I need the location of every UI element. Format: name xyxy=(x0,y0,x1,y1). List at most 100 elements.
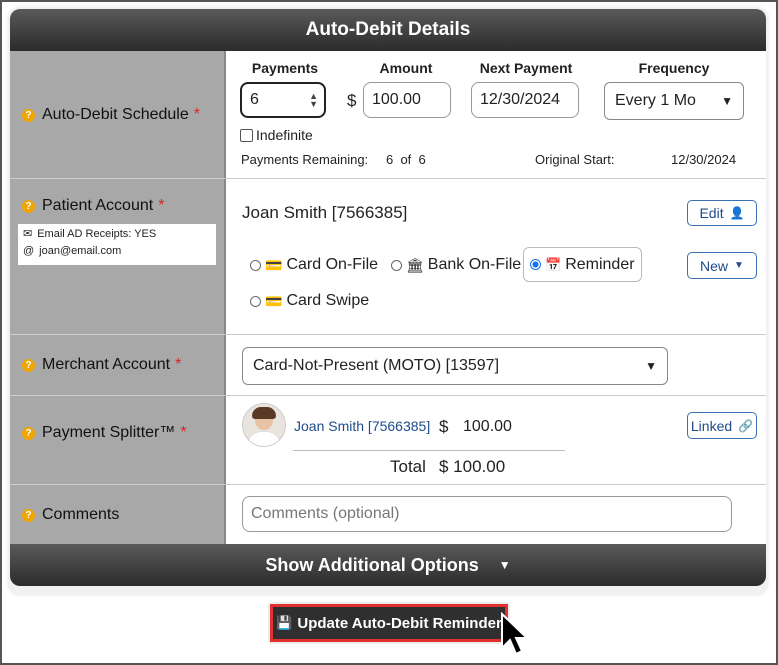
edit-label: Edit xyxy=(699,205,724,221)
update-auto-debit-reminder-button[interactable]: 💾 Update Auto-Debit Reminder xyxy=(270,604,508,642)
amount-value: 100.00 xyxy=(372,91,421,108)
help-icon[interactable]: ? xyxy=(22,508,35,522)
amount-header: Amount xyxy=(379,60,433,76)
panel-header: Auto-Debit Details xyxy=(10,9,766,51)
required-marker: * xyxy=(180,424,187,441)
schedule-content: Payments Amount Next Payment Frequency 6… xyxy=(226,51,766,178)
patient-name: Joan Smith [7566385] xyxy=(242,203,408,222)
mouse-cursor-icon xyxy=(501,612,530,656)
schedule-row: ? Auto-Debit Schedule * Payments Amount N… xyxy=(10,51,766,179)
bank-on-file-option[interactable]: 🏛 Bank On-File xyxy=(391,256,521,274)
frequency-value: Every 1 Mo xyxy=(615,92,696,109)
comments-label-cell: ? Comments xyxy=(10,485,226,544)
currency-symbol: $ xyxy=(347,91,357,110)
help-icon[interactable]: ? xyxy=(22,358,35,372)
caret-down-icon: ▼ xyxy=(734,260,744,271)
next-payment-header: Next Payment xyxy=(479,60,573,76)
frequency-header: Frequency xyxy=(638,60,710,76)
indefinite-checkbox[interactable] xyxy=(240,128,253,142)
total-label: Total xyxy=(390,457,426,476)
patient-email-box: ✉ Email AD Receipts: YES @ joan@email.co… xyxy=(18,224,216,265)
reminder-option[interactable]: 📅 Reminder xyxy=(523,247,642,282)
payments-remaining-label: Payments Remaining: xyxy=(241,152,369,167)
comments-content: Comments (optional) xyxy=(226,485,766,544)
save-icon: 💾 xyxy=(276,615,293,630)
total-value: $ 100.00 xyxy=(439,457,506,476)
card-on-file-label: Card On-File xyxy=(286,256,379,273)
comments-label: Comments xyxy=(42,506,120,523)
patient-label-cell: ? Patient Account * ✉ Email AD Receipts: … xyxy=(10,179,226,334)
merchant-value: Card-Not-Present (MOTO) [13597] xyxy=(253,357,500,374)
indefinite-option[interactable]: Indefinite xyxy=(240,127,313,143)
split-patient-link[interactable]: Joan Smith [7566385] xyxy=(294,418,430,434)
comments-placeholder: Comments (optional) xyxy=(251,505,400,522)
split-currency-symbol: $ xyxy=(439,417,449,436)
new-label: New xyxy=(700,257,729,274)
link-icon: 🔗 xyxy=(738,418,754,433)
credit-card-icon: 💳 xyxy=(265,256,283,273)
reminder-radio[interactable] xyxy=(530,259,541,270)
required-marker: * xyxy=(193,106,200,123)
required-marker: * xyxy=(175,356,182,373)
patient-content: Joan Smith [7566385] Edit 👤 New ▼ 💳 Card… xyxy=(226,179,766,334)
email-receipts-text: Email AD Receipts: YES xyxy=(37,227,157,240)
reminder-label: Reminder xyxy=(565,255,635,273)
at-icon: @ xyxy=(23,245,35,257)
update-button-label: Update Auto-Debit Reminder xyxy=(297,614,502,632)
required-marker: * xyxy=(158,197,165,214)
amount-input[interactable]: 100.00 xyxy=(363,82,451,118)
help-icon[interactable]: ? xyxy=(22,426,35,440)
user-icon: 👤 xyxy=(729,206,745,220)
linked-label: Linked xyxy=(690,417,733,434)
merchant-content: Card-Not-Present (MOTO) [13597] ▼ xyxy=(226,335,766,395)
card-swipe-label: Card Swipe xyxy=(286,292,370,309)
bank-on-file-radio[interactable] xyxy=(391,259,402,271)
split-amount: 100.00 xyxy=(463,418,512,435)
comments-row: ? Comments Comments (optional) xyxy=(10,485,766,544)
card-on-file-radio[interactable] xyxy=(250,259,261,271)
show-additional-options-label: Show Additional Options xyxy=(265,554,479,575)
avatar xyxy=(242,403,286,447)
card-on-file-option[interactable]: 💳 Card On-File xyxy=(250,256,378,274)
original-start-value: 12/30/2024 xyxy=(671,152,737,167)
next-payment-value: 12/30/2024 xyxy=(480,91,561,108)
splitter-label-cell: ? Payment Splitter™ * xyxy=(10,396,226,484)
card-swipe-option[interactable]: 💳 Card Swipe xyxy=(250,292,369,310)
credit-card-icon: 💳 xyxy=(265,292,283,309)
merchant-account-select[interactable]: Card-Not-Present (MOTO) [13597] ▼ xyxy=(242,347,668,385)
linked-button[interactable]: Linked 🔗 xyxy=(687,412,757,439)
envelope-icon: ✉ xyxy=(23,228,33,240)
caret-down-icon: ▼ xyxy=(498,558,511,572)
stepper-arrows-icon[interactable]: ▲ ▼ xyxy=(309,92,318,109)
splitter-label: Payment Splitter™ xyxy=(42,424,176,441)
schedule-label-cell: ? Auto-Debit Schedule * xyxy=(10,51,226,178)
bank-on-file-label: Bank On-File xyxy=(427,256,522,273)
patient-row: ? Patient Account * ✉ Email AD Receipts: … xyxy=(10,179,766,335)
payments-stepper[interactable]: 6 ▲ ▼ xyxy=(240,82,326,118)
frequency-select[interactable]: Every 1 Mo ▼ xyxy=(604,82,744,120)
new-payment-method-button[interactable]: New ▼ xyxy=(687,252,757,279)
comments-input[interactable]: Comments (optional) xyxy=(242,496,732,532)
chevron-down-icon: ▼ xyxy=(721,94,733,108)
split-divider xyxy=(293,450,565,451)
next-payment-input[interactable]: 12/30/2024 xyxy=(471,82,579,118)
merchant-label-cell: ? Merchant Account * xyxy=(10,335,226,395)
indefinite-label: Indefinite xyxy=(256,127,313,143)
help-icon[interactable]: ? xyxy=(22,199,35,213)
help-icon[interactable]: ? xyxy=(22,108,35,122)
payments-value: 6 xyxy=(250,91,259,108)
payments-remaining-value: 6 of 6 xyxy=(386,152,426,167)
card-swipe-radio[interactable] xyxy=(250,295,261,307)
calendar-icon: 📅 xyxy=(545,256,562,272)
bank-icon: 🏛 xyxy=(406,256,424,273)
patient-label: Patient Account xyxy=(42,197,154,214)
schedule-label: Auto-Debit Schedule xyxy=(42,106,189,123)
payments-header: Payments xyxy=(251,60,319,76)
edit-patient-button[interactable]: Edit 👤 xyxy=(687,200,757,226)
chevron-down-icon: ▼ xyxy=(645,359,657,373)
show-additional-options-bar[interactable]: Show Additional Options ▼ xyxy=(10,544,766,586)
patient-email: joan@email.com xyxy=(39,245,122,257)
original-start-label: Original Start: xyxy=(535,152,615,167)
splitter-row: ? Payment Splitter™ * Joan Smith [7566385… xyxy=(10,396,766,485)
splitter-content: Joan Smith [7566385] $ 100.00 Total $ 10… xyxy=(226,396,766,484)
